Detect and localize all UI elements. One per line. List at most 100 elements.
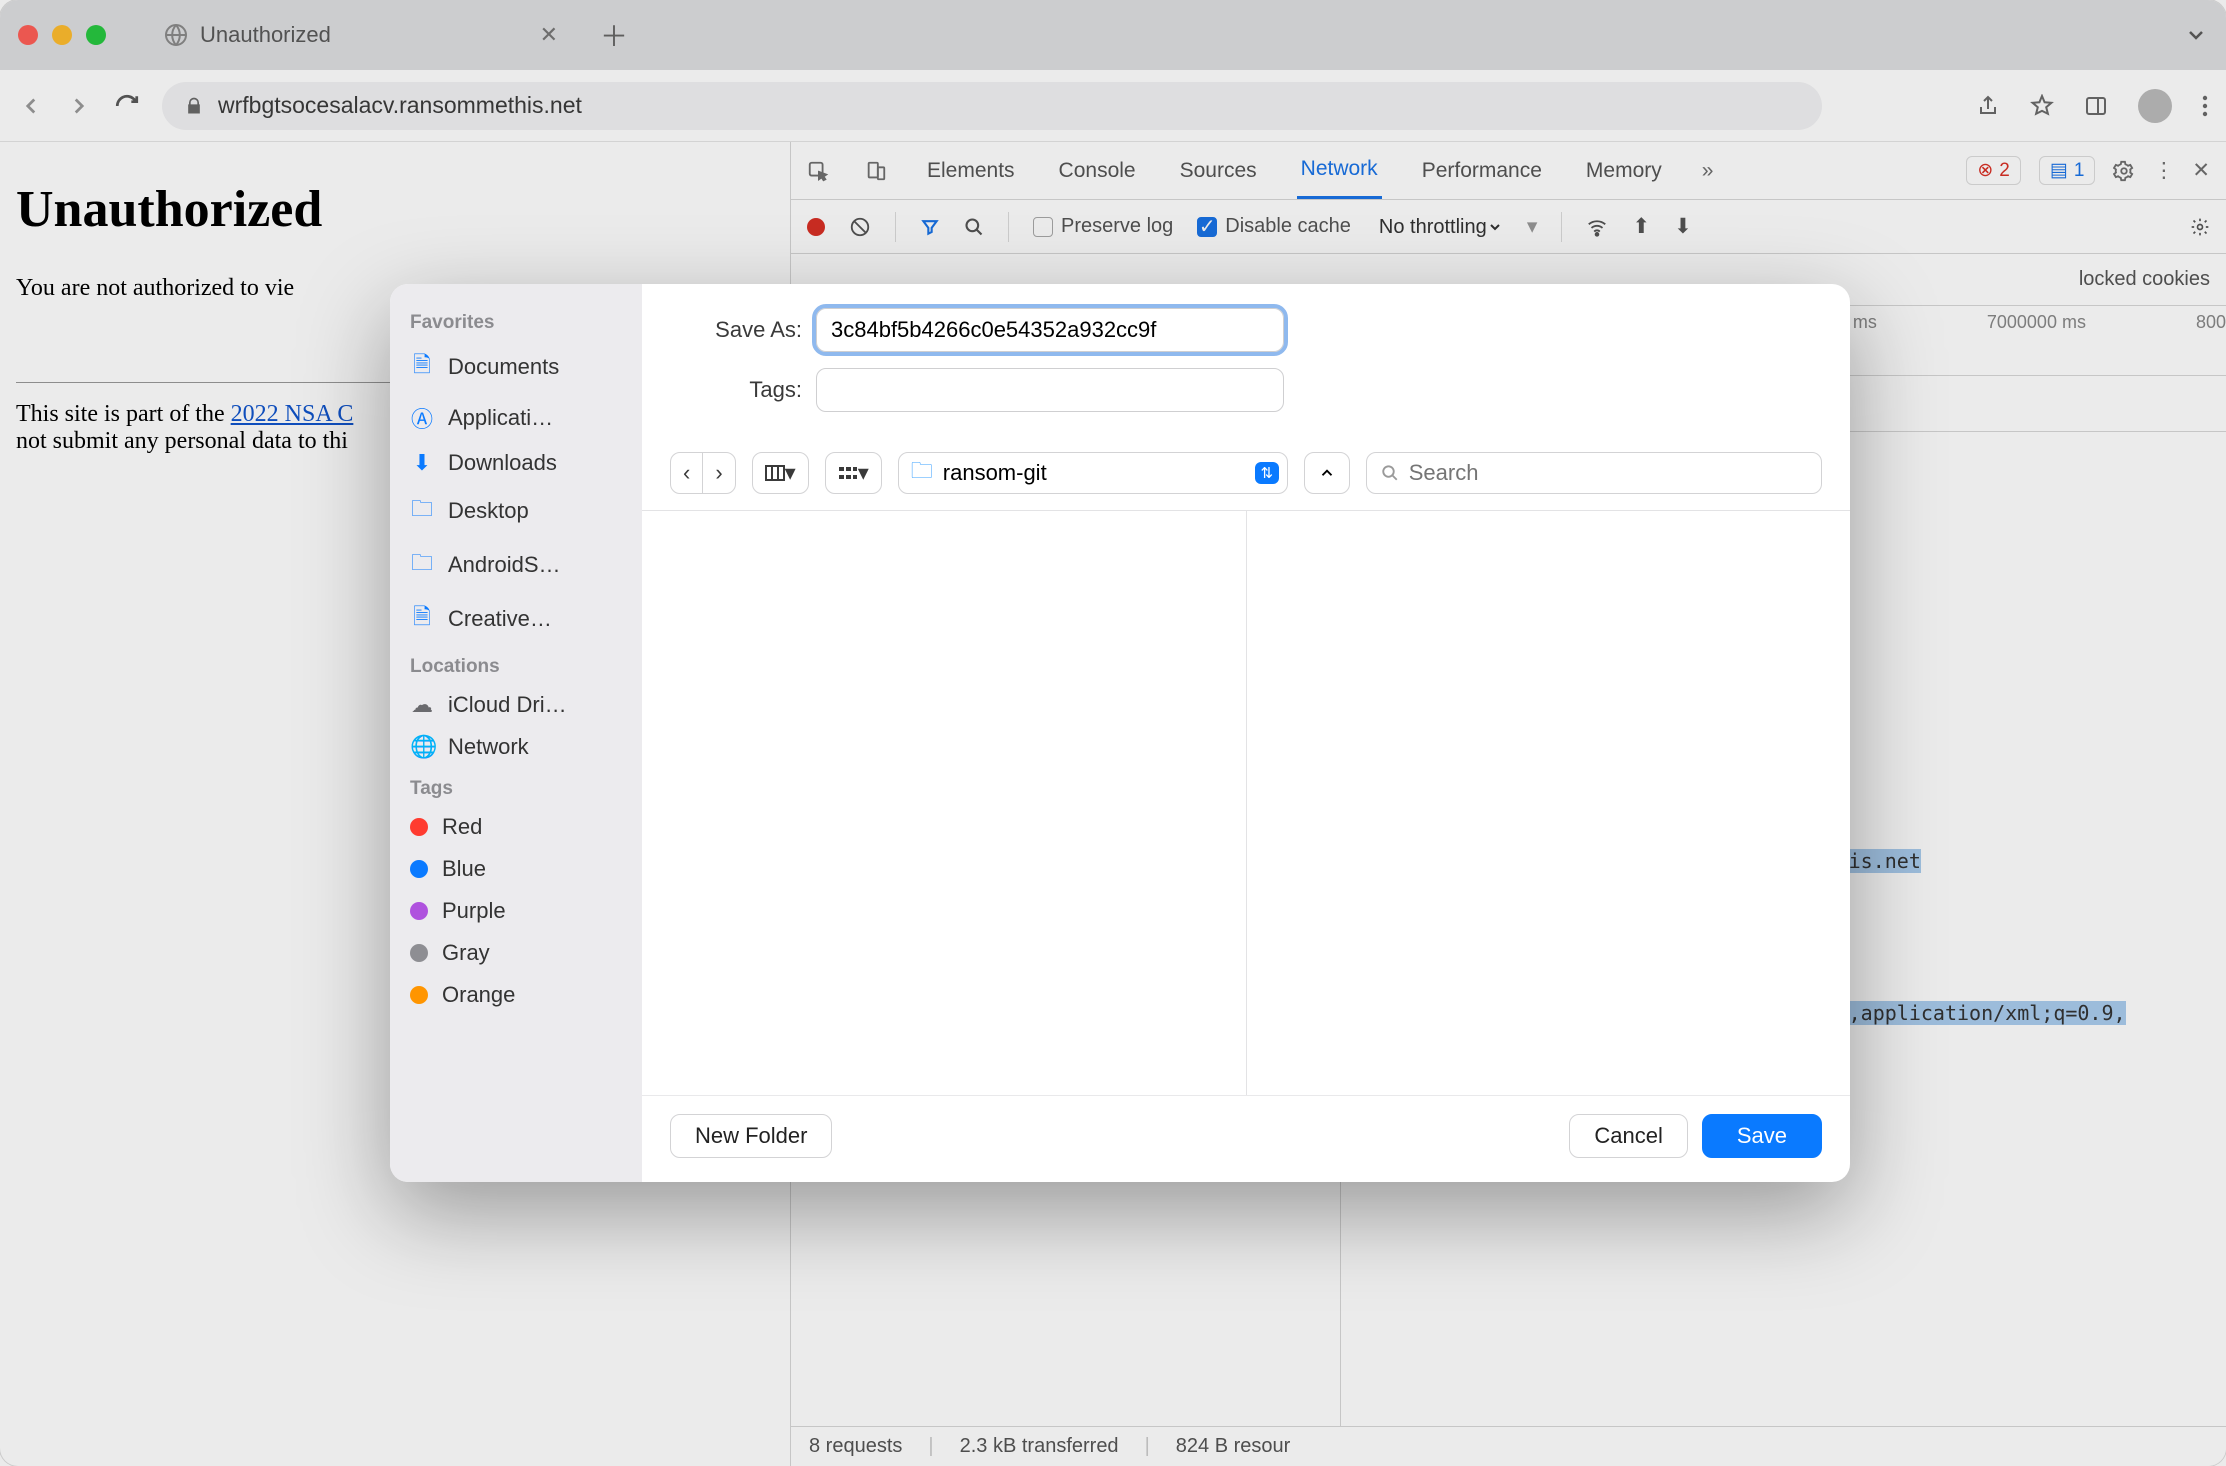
kebab-menu-icon[interactable] bbox=[2202, 94, 2208, 118]
file-browser-area[interactable] bbox=[642, 510, 1850, 1095]
parent-folder-button[interactable] bbox=[1304, 452, 1350, 494]
url-text: wrfbgtsocesalacv.ransommethis.net bbox=[218, 92, 582, 119]
folder-icon: 🗀 bbox=[911, 454, 933, 492]
minimize-window-icon[interactable] bbox=[52, 25, 72, 45]
sidebar-item-downloads[interactable]: ⬇Downloads bbox=[390, 442, 642, 484]
sidebar-item-creative[interactable]: 🗎Creative… bbox=[390, 592, 642, 646]
close-tab-icon[interactable]: ✕ bbox=[540, 22, 558, 48]
sidebar-item-icloud[interactable]: ☁iCloud Dri… bbox=[390, 684, 642, 726]
close-window-icon[interactable] bbox=[18, 25, 38, 45]
network-settings-icon[interactable] bbox=[2190, 217, 2210, 237]
record-button[interactable] bbox=[807, 218, 825, 236]
devtools-kebab-icon[interactable]: ⋮ bbox=[2153, 158, 2174, 183]
view-mode-columns[interactable]: ▾ bbox=[752, 452, 809, 494]
tags-label: Tags bbox=[390, 768, 642, 806]
sidebar-tag-red[interactable]: Red bbox=[390, 806, 642, 848]
search-icon[interactable] bbox=[964, 217, 984, 237]
clear-icon[interactable] bbox=[849, 216, 871, 238]
preserve-log-checkbox[interactable]: Preserve log bbox=[1033, 215, 1173, 238]
wifi-icon[interactable] bbox=[1586, 216, 1608, 238]
new-tab-button[interactable]: ＋ bbox=[600, 15, 628, 55]
back-folder-button[interactable]: ‹ bbox=[671, 453, 703, 493]
tab-title: Unauthorized bbox=[200, 22, 331, 48]
url-bar[interactable]: wrfbgtsocesalacv.ransommethis.net bbox=[162, 82, 1822, 130]
current-folder-select[interactable]: 🗀 ransom-git ⇅ bbox=[898, 452, 1288, 494]
info-count-badge[interactable]: ▤ 1 bbox=[2039, 156, 2096, 185]
filter-icon[interactable] bbox=[920, 217, 940, 237]
status-resources: 824 B resour bbox=[1176, 1435, 1291, 1458]
tags-input[interactable] bbox=[816, 368, 1284, 412]
sidebar-item-network[interactable]: 🌐Network bbox=[390, 726, 642, 768]
sidepanel-icon[interactable] bbox=[2084, 94, 2108, 118]
device-toggle-icon[interactable] bbox=[865, 160, 887, 182]
chevron-updown-icon: ⇅ bbox=[1255, 462, 1279, 484]
downloads-icon: ⬇ bbox=[410, 450, 434, 476]
window-controls bbox=[18, 25, 106, 45]
more-tabs-icon[interactable]: » bbox=[1702, 159, 1714, 183]
devtools-tab-console[interactable]: Console bbox=[1055, 142, 1140, 199]
download-icon[interactable]: ⬇ bbox=[1674, 214, 1692, 239]
tag-dot-icon bbox=[410, 986, 428, 1004]
devtools-tab-sources[interactable]: Sources bbox=[1176, 142, 1261, 199]
error-count-badge[interactable]: ⊗ 2 bbox=[1966, 156, 2021, 185]
devtools-tab-elements[interactable]: Elements bbox=[923, 142, 1019, 199]
sidebar-tag-gray[interactable]: Gray bbox=[390, 932, 642, 974]
network-icon: 🌐 bbox=[410, 734, 434, 760]
throttling-select[interactable]: No throttling bbox=[1375, 215, 1503, 239]
group-by-button[interactable]: ▾ bbox=[825, 452, 882, 494]
sidebar-tag-purple[interactable]: Purple bbox=[390, 890, 642, 932]
nav-back-forward: ‹ › bbox=[670, 452, 736, 494]
profile-avatar[interactable] bbox=[2138, 89, 2172, 123]
cancel-button[interactable]: Cancel bbox=[1569, 1114, 1687, 1158]
sidebar-tag-orange[interactable]: Orange bbox=[390, 974, 642, 1016]
forward-folder-button[interactable]: › bbox=[703, 453, 734, 493]
applications-icon: Ⓐ bbox=[410, 402, 434, 434]
folder-search-input[interactable] bbox=[1409, 460, 1807, 486]
devtools-tab-memory[interactable]: Memory bbox=[1582, 142, 1666, 199]
save-button[interactable]: Save bbox=[1702, 1114, 1822, 1158]
sidebar-tag-blue[interactable]: Blue bbox=[390, 848, 642, 890]
tabs-overflow-icon[interactable] bbox=[2184, 23, 2208, 47]
footer-link[interactable]: 2022 NSA C bbox=[231, 401, 354, 427]
tags-field-label: Tags: bbox=[682, 377, 802, 403]
locations-label: Locations bbox=[390, 646, 642, 684]
devtools-tab-performance[interactable]: Performance bbox=[1418, 142, 1546, 199]
upload-icon[interactable]: ⬆ bbox=[1632, 214, 1650, 239]
back-button[interactable] bbox=[18, 93, 44, 119]
sidebar-item-applications[interactable]: ⒶApplicati… bbox=[390, 394, 642, 442]
save-as-label: Save As: bbox=[682, 317, 802, 343]
save-dialog-sidebar: Favorites 🗎Documents ⒶApplicati… ⬇Downlo… bbox=[390, 284, 642, 1182]
save-file-dialog: Favorites 🗎Documents ⒶApplicati… ⬇Downlo… bbox=[390, 284, 1850, 1182]
favorites-label: Favorites bbox=[390, 302, 642, 340]
tag-dot-icon bbox=[410, 818, 428, 836]
folder-icon: 🗀 bbox=[410, 546, 434, 584]
globe-icon bbox=[164, 23, 188, 47]
lock-icon bbox=[184, 96, 204, 116]
forward-button[interactable] bbox=[66, 93, 92, 119]
new-folder-button[interactable]: New Folder bbox=[670, 1114, 832, 1158]
maximize-window-icon[interactable] bbox=[86, 25, 106, 45]
share-icon[interactable] bbox=[1976, 94, 2000, 118]
inspect-icon[interactable] bbox=[807, 160, 829, 182]
disable-cache-checkbox[interactable]: ✓Disable cache bbox=[1197, 215, 1351, 238]
gear-icon[interactable] bbox=[2113, 160, 2135, 182]
current-folder-name: ransom-git bbox=[943, 460, 1047, 486]
folder-icon: 🗎 bbox=[410, 600, 434, 638]
status-requests: 8 requests bbox=[809, 1435, 902, 1458]
sidebar-item-android[interactable]: 🗀AndroidS… bbox=[390, 538, 642, 592]
reload-button[interactable] bbox=[114, 93, 140, 119]
tab-bar: Unauthorized ✕ ＋ bbox=[0, 0, 2226, 70]
save-as-input[interactable] bbox=[816, 308, 1284, 352]
sidebar-item-desktop[interactable]: 🗀Desktop bbox=[390, 484, 642, 538]
devtools-tabbar: Elements Console Sources Network Perform… bbox=[791, 142, 2226, 200]
footer-text: This site is part of the bbox=[16, 401, 231, 427]
page-heading: Unauthorized bbox=[16, 180, 774, 239]
cloud-icon: ☁ bbox=[410, 692, 434, 718]
devtools-tab-network[interactable]: Network bbox=[1297, 142, 1382, 199]
browser-toolbar: wrfbgtsocesalacv.ransommethis.net bbox=[0, 70, 2226, 142]
bookmark-icon[interactable] bbox=[2030, 94, 2054, 118]
sidebar-item-documents[interactable]: 🗎Documents bbox=[390, 340, 642, 394]
close-devtools-icon[interactable]: ✕ bbox=[2192, 158, 2210, 183]
folder-search[interactable] bbox=[1366, 452, 1822, 494]
browser-tab[interactable]: Unauthorized ✕ bbox=[146, 12, 576, 58]
